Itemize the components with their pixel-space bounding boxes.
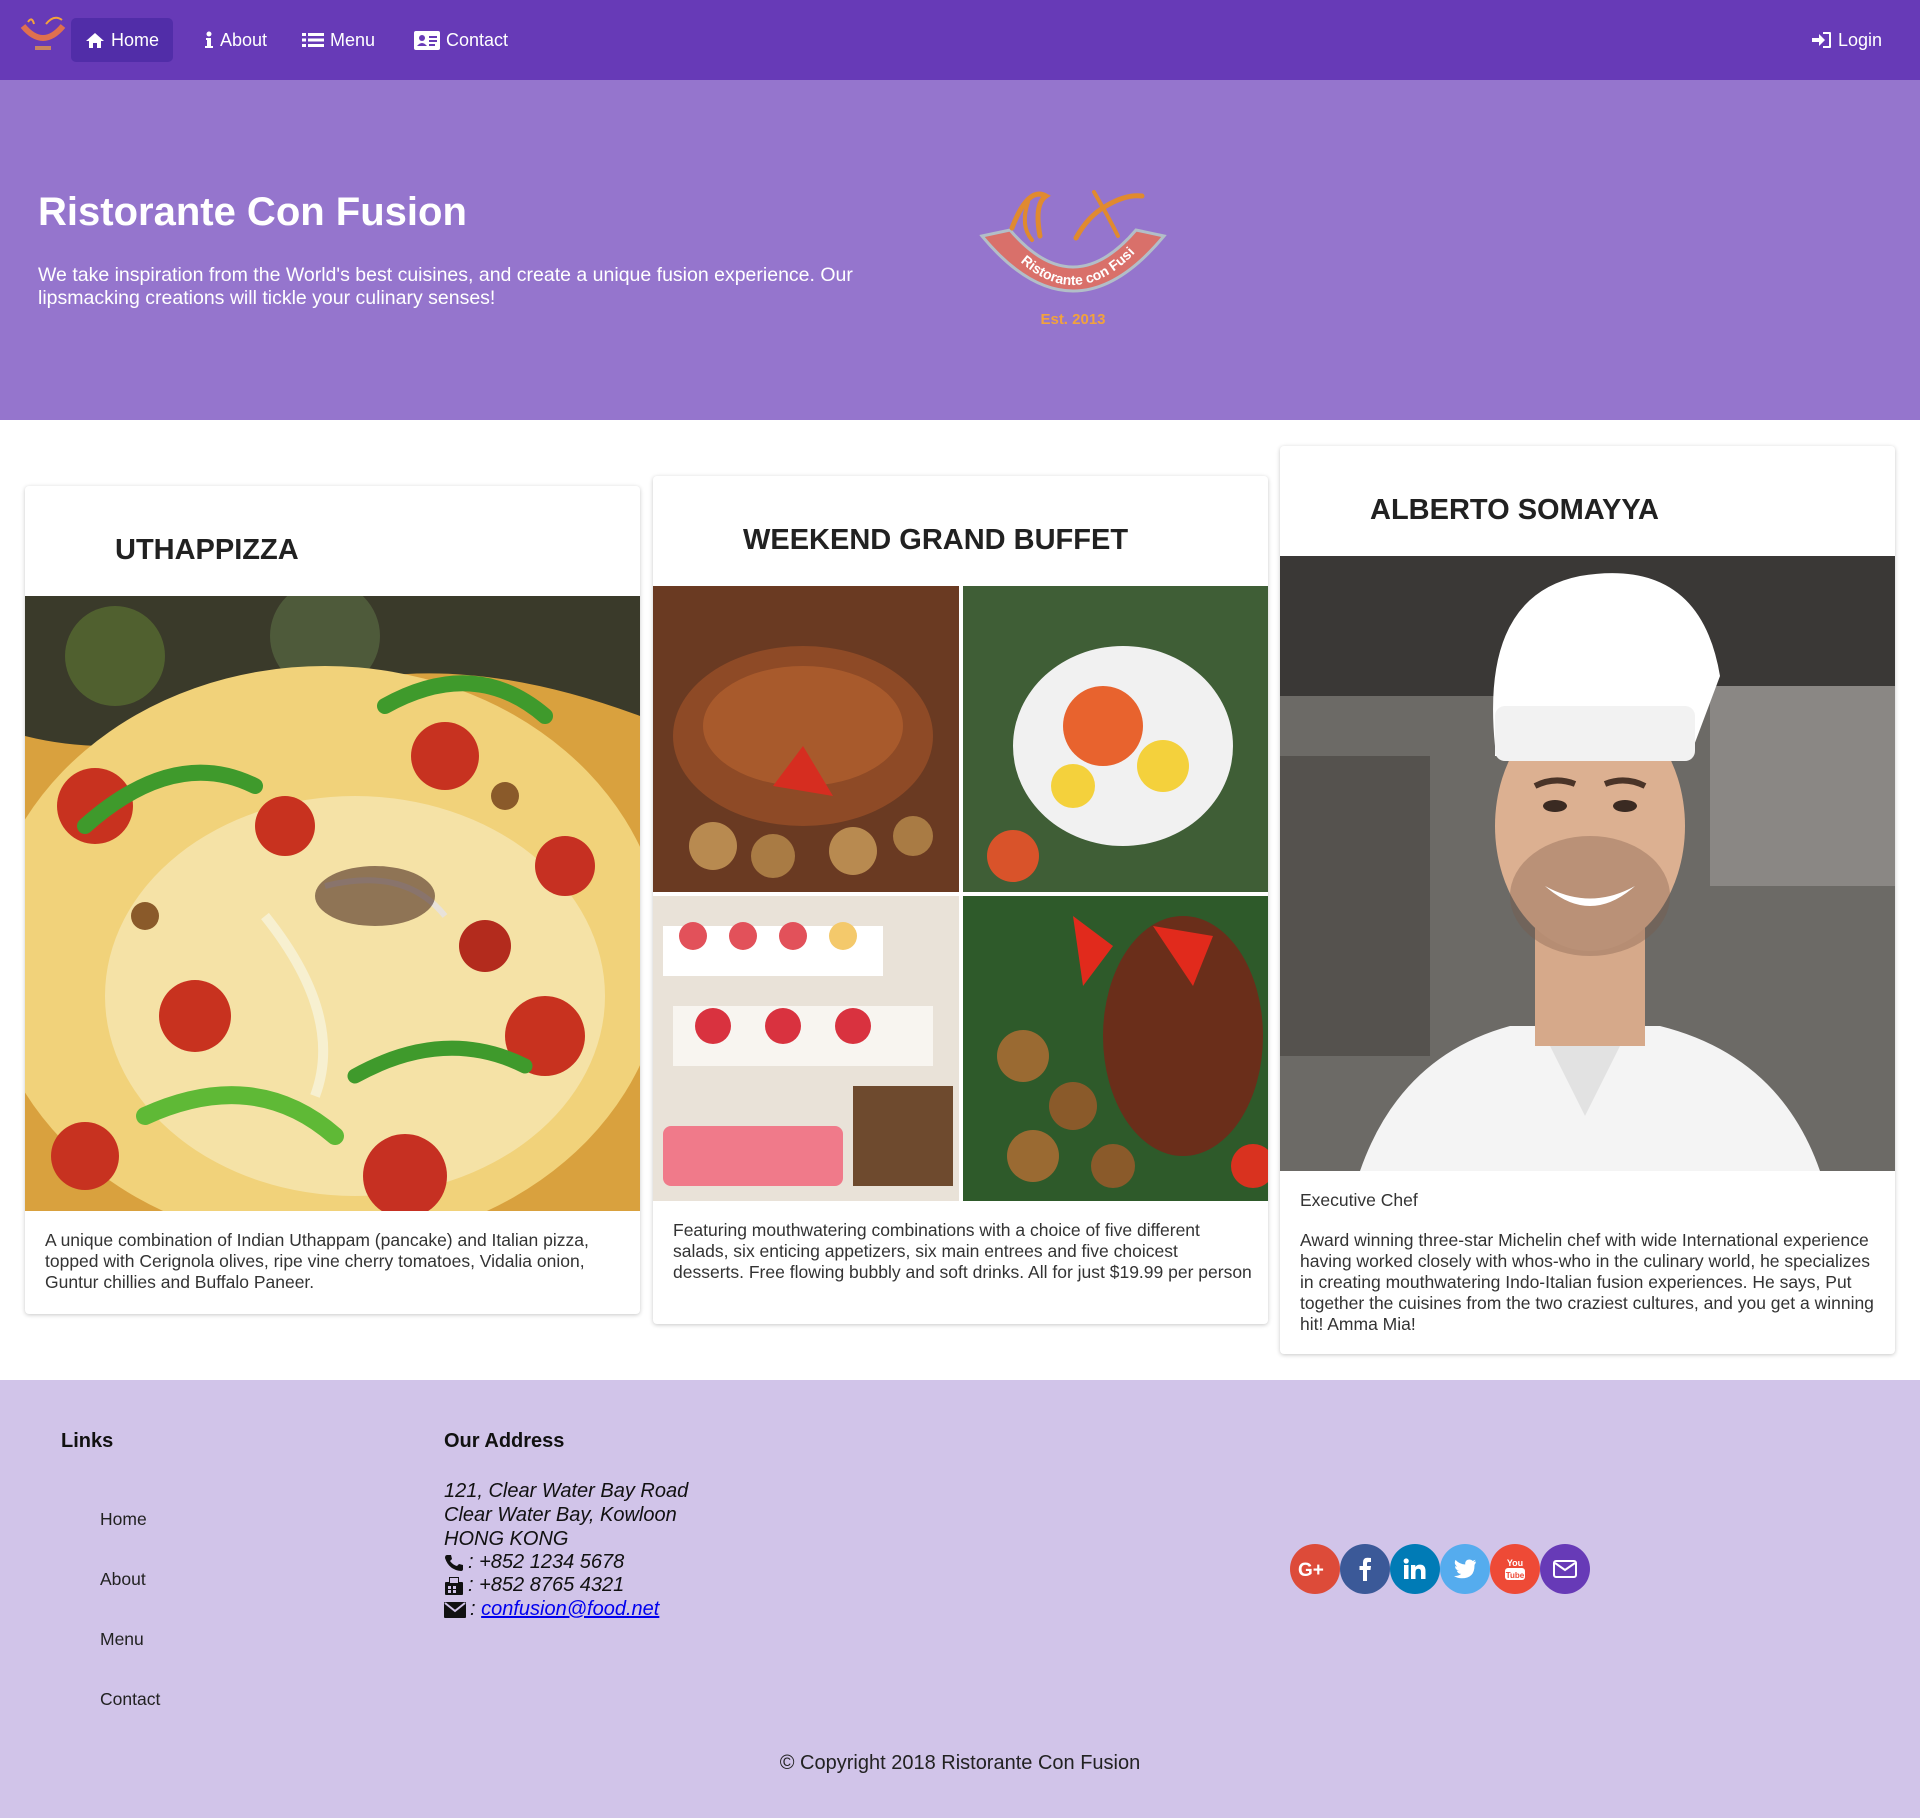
- nav-item-home[interactable]: Home: [71, 18, 174, 62]
- nav-label: Home: [111, 29, 160, 50]
- sign-in-icon: [1812, 31, 1832, 49]
- login-label: Login: [1838, 29, 1883, 50]
- nav-item-about[interactable]: About: [190, 18, 281, 62]
- links-heading: Links: [61, 1430, 114, 1452]
- address-heading: Our Address: [444, 1430, 565, 1452]
- svg-text:You: You: [1507, 1558, 1523, 1568]
- chef-image: [1280, 556, 1895, 1171]
- card-title: UTHAPPIZZA: [115, 534, 299, 566]
- twitter-icon: [1454, 1559, 1476, 1579]
- address-card-icon: [414, 30, 440, 50]
- fax-icon: [445, 1576, 463, 1595]
- restaurant-logo: Ristorante con Fusion Est. 2013: [968, 176, 1167, 328]
- card-title: WEEKEND GRAND BUFFET: [743, 524, 1129, 556]
- google-plus-icon: G+: [1298, 1560, 1324, 1579]
- fax-number: : +852 8765 4321: [468, 1574, 625, 1596]
- separator: :: [470, 1598, 482, 1620]
- pizza-image: [25, 596, 640, 1211]
- dish-card: UTHAPPIZZA A unique combination of India…: [25, 486, 640, 1314]
- nav-label: About: [220, 29, 268, 50]
- card-description: Featuring mouthwatering combinations wit…: [673, 1220, 1252, 1282]
- nav-label: Contact: [446, 29, 509, 50]
- google-plus-button[interactable]: G+: [1290, 1544, 1340, 1594]
- address-line: 121, Clear Water Bay Road: [444, 1480, 689, 1502]
- card-title: ALBERTO SOMAYYA: [1370, 494, 1659, 526]
- phone-number: : +852 1234 5678: [468, 1551, 625, 1573]
- brand-logo[interactable]: [20, 14, 66, 54]
- list-icon: [302, 32, 324, 48]
- email-link[interactable]: confusion@food.net: [481, 1598, 659, 1621]
- footer-link-home[interactable]: Home: [100, 1509, 147, 1530]
- card-description: Award winning three-star Michelin chef w…: [1300, 1230, 1874, 1334]
- facebook-button[interactable]: [1340, 1544, 1390, 1594]
- card-subtitle: Executive Chef: [1300, 1190, 1418, 1210]
- nav-item-contact[interactable]: Contact: [400, 18, 522, 62]
- address-line: HONG KONG: [444, 1528, 569, 1550]
- linkedin-button[interactable]: [1390, 1544, 1440, 1594]
- email-button[interactable]: [1540, 1544, 1590, 1594]
- address-line: Clear Water Bay, Kowloon: [444, 1504, 677, 1526]
- info-icon: [204, 31, 214, 49]
- youtube-icon: You Tube: [1505, 1558, 1525, 1580]
- page-title: Ristorante Con Fusion: [38, 190, 467, 234]
- fax-line: : +852 8765 4321: [444, 1574, 624, 1597]
- login-button[interactable]: Login: [1798, 18, 1896, 62]
- twitter-button[interactable]: [1440, 1544, 1490, 1594]
- footer-link-about[interactable]: About: [100, 1569, 146, 1590]
- envelope-icon: [444, 1601, 466, 1618]
- leader-card: ALBERTO SOMAYYA Executive Chef Award win…: [1280, 446, 1895, 1354]
- svg-text:Est. 2013: Est. 2013: [1040, 311, 1105, 328]
- home-icon: [85, 32, 105, 49]
- phone-line: : +852 1234 5678: [444, 1551, 624, 1574]
- svg-text:G+: G+: [1298, 1560, 1324, 1579]
- card-description: A unique combination of Indian Uthappam …: [45, 1230, 589, 1292]
- navbar: Home About Menu Contact Login: [0, 0, 1920, 80]
- linkedin-icon: [1403, 1558, 1426, 1579]
- buffet-image: [653, 586, 1268, 1201]
- hero-description: We take inspiration from the World's bes…: [38, 264, 853, 309]
- youtube-button[interactable]: You Tube: [1490, 1544, 1540, 1594]
- envelope-icon: [1553, 1560, 1577, 1578]
- promotion-card: WEEKEND GRAND BUFFET Featuring mouthwate…: [653, 476, 1268, 1324]
- footer-link-contact[interactable]: Contact: [100, 1689, 160, 1710]
- nav-label: Menu: [330, 29, 376, 50]
- nav-item-menu[interactable]: Menu: [288, 18, 389, 62]
- footer-link-menu[interactable]: Menu: [100, 1629, 144, 1650]
- jumbotron: Ristorante Con Fusion We take inspiratio…: [0, 80, 1920, 420]
- phone-icon: [445, 1554, 463, 1571]
- facebook-icon: [1359, 1557, 1371, 1581]
- copyright: © Copyright 2018 Ristorante Con Fusion: [779, 1752, 1141, 1774]
- svg-text:Tube: Tube: [1506, 1571, 1525, 1580]
- email-line: : confusion@food.net: [444, 1598, 659, 1621]
